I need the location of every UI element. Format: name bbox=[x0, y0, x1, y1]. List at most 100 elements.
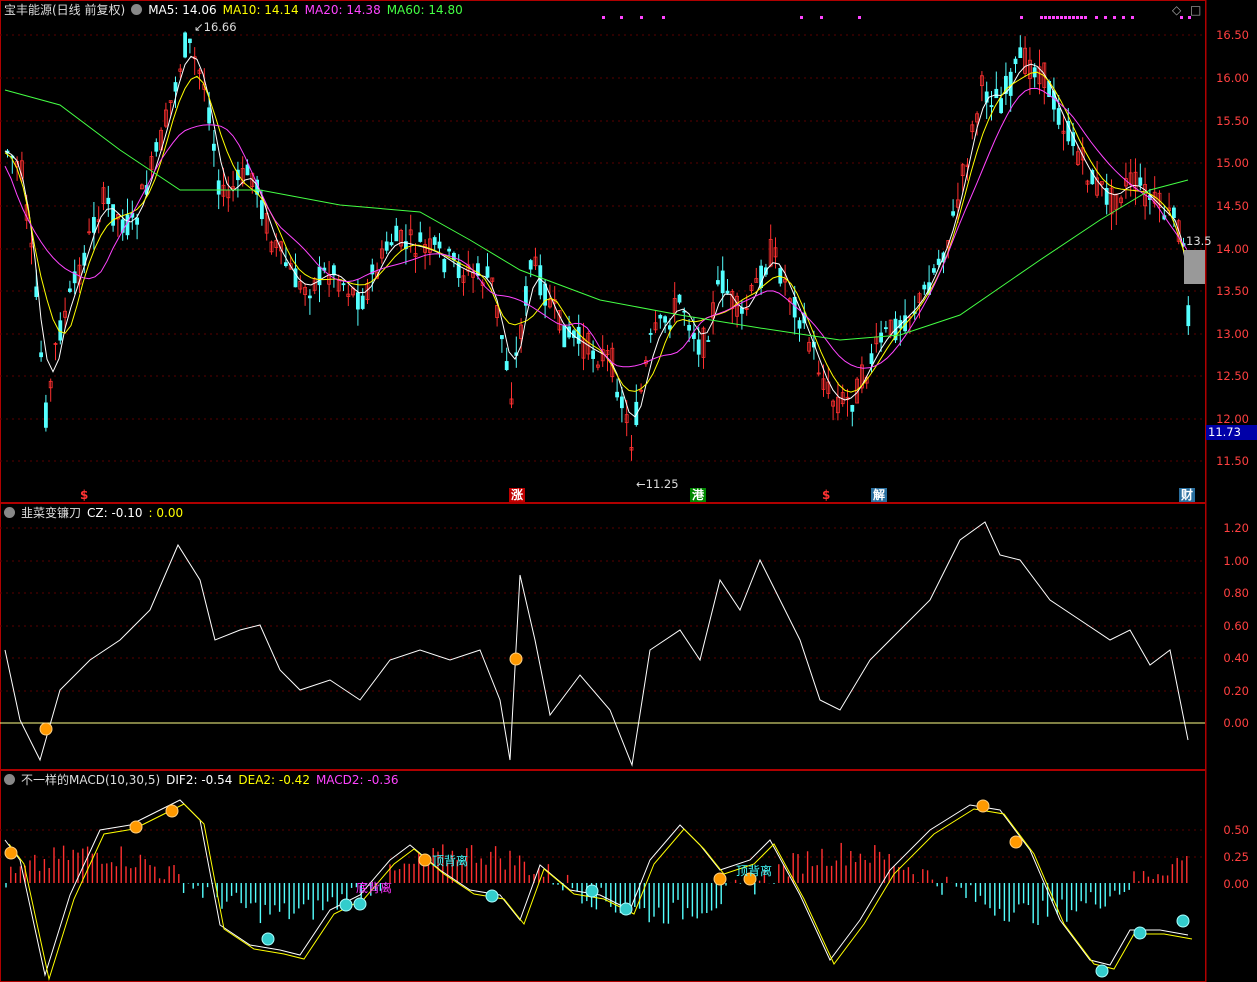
macd-axis-label: 0.25 bbox=[1223, 850, 1249, 864]
divergence-annotation: 底背离 bbox=[356, 881, 393, 895]
candle-body bbox=[283, 262, 288, 267]
candle-body bbox=[591, 350, 595, 359]
candle-body bbox=[92, 217, 96, 233]
signal-dot bbox=[1056, 16, 1059, 19]
signal-badge bbox=[485, 889, 499, 903]
signal-badge bbox=[976, 799, 990, 813]
signal-badge bbox=[339, 898, 353, 912]
chart-canvas[interactable] bbox=[0, 0, 1257, 982]
candle-body bbox=[68, 288, 72, 292]
cz-zero: : 0.00 bbox=[148, 506, 184, 520]
cz-axis-label: 0.60 bbox=[1223, 619, 1249, 633]
event-marker[interactable]: 港 bbox=[690, 488, 707, 502]
ma20-line bbox=[4, 87, 1188, 369]
signal-badge bbox=[353, 897, 367, 911]
candle-body bbox=[994, 88, 999, 99]
axis-label: 16.00 bbox=[1216, 71, 1249, 85]
cz-axis-label: 0.00 bbox=[1223, 716, 1249, 730]
current-price: 11.73 bbox=[1208, 425, 1241, 439]
event-marker[interactable]: 财 bbox=[1179, 488, 1196, 502]
candle-body bbox=[663, 316, 667, 323]
candle-body bbox=[706, 340, 711, 342]
signal-dot bbox=[1080, 16, 1083, 19]
signal-dot bbox=[1113, 16, 1116, 19]
candle-body bbox=[504, 361, 509, 371]
candle-body bbox=[183, 32, 188, 58]
signal-badge bbox=[713, 872, 727, 886]
expand-icon[interactable]: □ bbox=[1190, 3, 1201, 17]
macd-settings-icon[interactable] bbox=[4, 774, 15, 785]
signal-dot bbox=[1044, 16, 1047, 19]
cz-settings-icon[interactable] bbox=[4, 507, 15, 518]
candle-body bbox=[869, 353, 874, 364]
signal-badge bbox=[1095, 964, 1109, 978]
settings-icon[interactable] bbox=[131, 4, 143, 15]
signal-dot bbox=[1084, 16, 1087, 19]
macd-axis-label: 0.00 bbox=[1223, 877, 1249, 891]
candle-body bbox=[1172, 207, 1176, 218]
signal-dot bbox=[1095, 16, 1098, 19]
signal-dot bbox=[1072, 16, 1075, 19]
divergence-annotation: 顶背离 bbox=[432, 854, 469, 868]
signal-badge bbox=[1176, 914, 1190, 928]
candle-body bbox=[394, 225, 399, 242]
ma60-line bbox=[4, 89, 1189, 341]
axis-label: 13.50 bbox=[1216, 284, 1249, 298]
candle-body bbox=[307, 295, 312, 299]
candle-body bbox=[1018, 47, 1023, 59]
signal-dot bbox=[1020, 16, 1023, 19]
price-scroll-thumb[interactable] bbox=[1184, 250, 1205, 284]
candle-body bbox=[1008, 71, 1013, 96]
signal-badge bbox=[418, 853, 432, 867]
event-marker[interactable]: 涨 bbox=[509, 488, 526, 502]
candle-body bbox=[418, 232, 423, 242]
candle-body bbox=[951, 211, 955, 216]
event-marker[interactable]: $ bbox=[820, 488, 832, 502]
candle-body bbox=[1056, 108, 1061, 125]
candle-body bbox=[884, 327, 888, 330]
candle-body bbox=[341, 283, 346, 286]
macd-axis-label: 0.50 bbox=[1223, 823, 1249, 837]
signal-dot bbox=[1131, 16, 1134, 19]
last-price-label: 13.5 bbox=[1186, 234, 1212, 248]
candle-body bbox=[932, 268, 936, 273]
cz-axis-label: 1.00 bbox=[1223, 554, 1249, 568]
macd-header: 不一样的MACD(10,30,5) DIF2: -0.54 DEA2: -0.42 M… bbox=[4, 772, 404, 788]
signal-dot bbox=[1104, 16, 1107, 19]
cz-axis-label: 0.80 bbox=[1223, 586, 1249, 600]
candle-body bbox=[499, 335, 504, 340]
candle-body bbox=[317, 266, 322, 286]
candle-body bbox=[658, 314, 663, 319]
candle-body bbox=[135, 217, 140, 225]
candle-body bbox=[331, 265, 336, 276]
candle-body bbox=[725, 290, 730, 294]
candle-body bbox=[615, 391, 619, 398]
signal-dot bbox=[858, 16, 861, 19]
candle-body bbox=[154, 142, 159, 152]
candle-body bbox=[389, 242, 394, 246]
candle-body bbox=[355, 292, 360, 310]
dif-label: DIF2: -0.54 bbox=[166, 773, 233, 787]
axis-label: 12.00 bbox=[1216, 412, 1249, 426]
candle-body bbox=[485, 266, 490, 278]
diamond-icon[interactable]: ◇ bbox=[1172, 3, 1181, 17]
candle-body bbox=[1013, 58, 1018, 65]
candle-body bbox=[187, 38, 192, 44]
signal-dot bbox=[1060, 16, 1063, 19]
candle-body bbox=[447, 248, 452, 252]
candle-body bbox=[360, 295, 365, 309]
signal-badge bbox=[585, 884, 599, 898]
candle-body bbox=[1138, 177, 1143, 186]
signal-badge bbox=[165, 804, 179, 818]
cz-panel-border bbox=[0, 503, 1206, 770]
candle-body bbox=[562, 325, 567, 348]
candle-body bbox=[245, 164, 250, 176]
event-marker[interactable]: 解 bbox=[871, 488, 888, 502]
candle-body bbox=[716, 280, 720, 285]
candle-body bbox=[989, 105, 994, 108]
signal-dot bbox=[640, 16, 643, 19]
candle-body bbox=[451, 252, 456, 261]
event-marker[interactable]: $ bbox=[78, 488, 90, 502]
signal-dot bbox=[620, 16, 623, 19]
candle-body bbox=[648, 333, 653, 335]
